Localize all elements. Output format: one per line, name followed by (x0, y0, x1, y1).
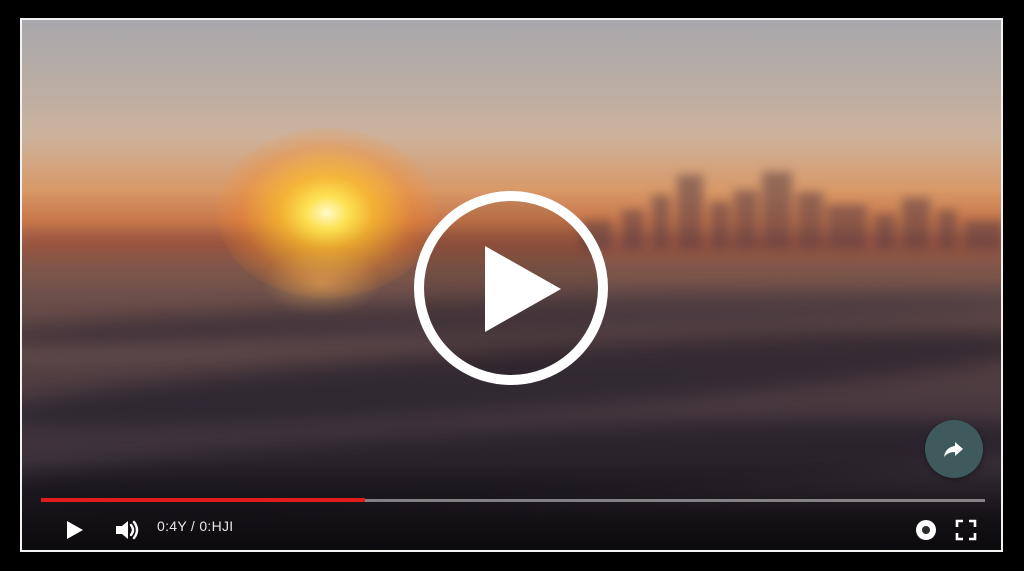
share-icon[interactable] (925, 420, 983, 478)
screen-background: 0:4Y / 0:HJI (0, 0, 1024, 571)
progress-bar[interactable] (41, 497, 985, 503)
control-bar: 0:4Y / 0:HJI (22, 508, 1001, 550)
settings-icon[interactable] (914, 518, 938, 542)
play-icon[interactable] (60, 516, 88, 544)
play-circle-icon[interactable] (413, 190, 609, 386)
time-display: 0:4Y / 0:HJI (157, 518, 234, 534)
progress-fill (41, 498, 365, 502)
volume-icon[interactable] (112, 515, 142, 545)
video-player[interactable]: 0:4Y / 0:HJI (20, 18, 1003, 552)
fullscreen-icon[interactable] (953, 517, 979, 543)
city-skyline (582, 170, 1001, 250)
